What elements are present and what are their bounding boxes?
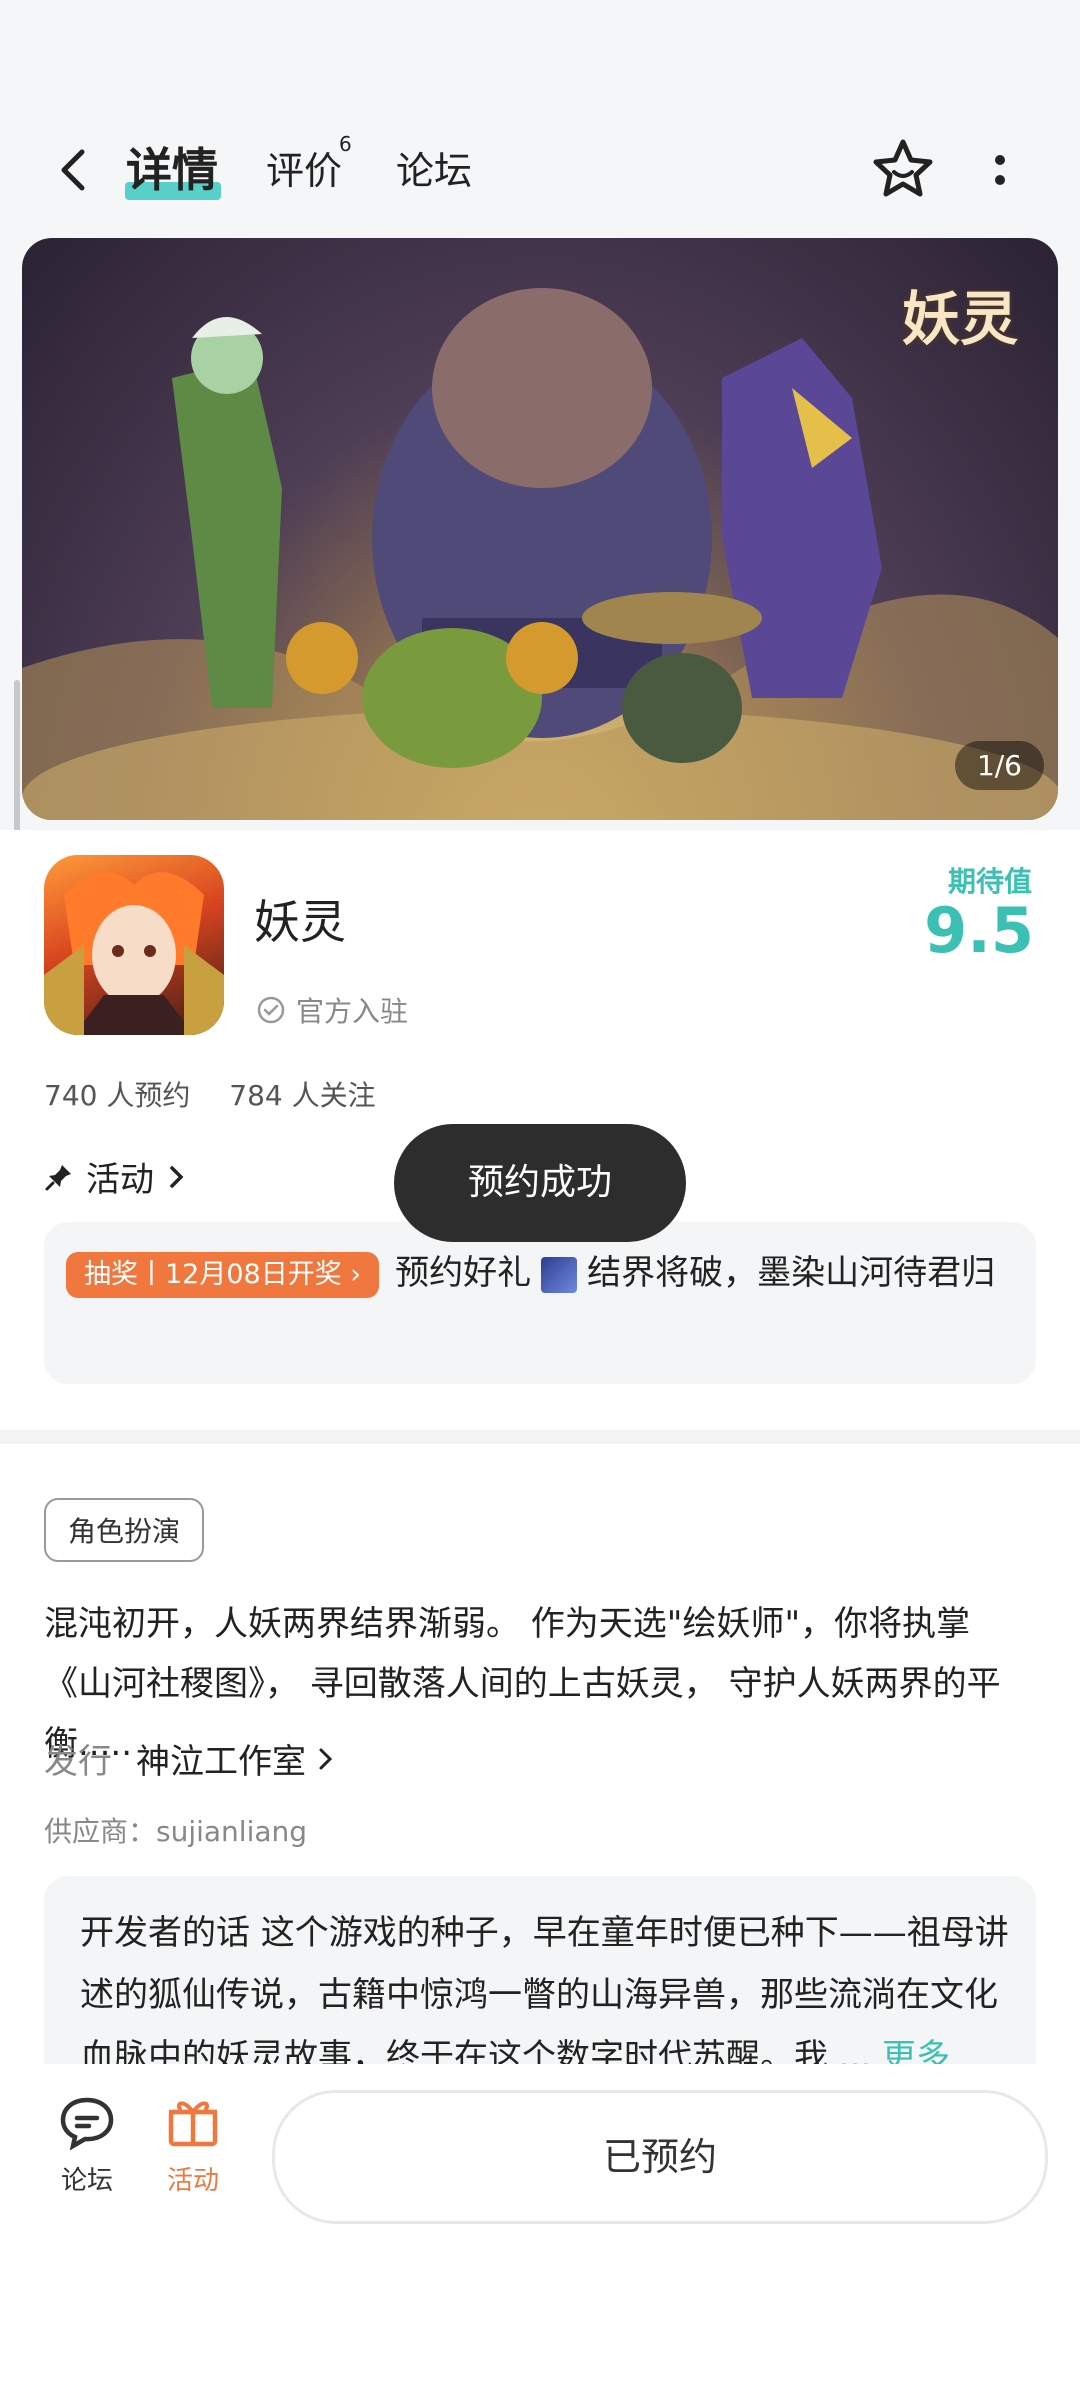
game-stats: 740 人预约 784 人关注	[44, 1074, 406, 1114]
gift-icon	[168, 2101, 218, 2147]
carousel-page-counter: 1/6	[954, 741, 1044, 790]
chevron-right-icon	[319, 1748, 333, 1769]
reservation-success-toast: 预约成功	[394, 1124, 686, 1242]
lottery-badge-text: 抽奖丨12月08日开奖	[84, 1258, 342, 1290]
reserved-button[interactable]: 已预约	[272, 2090, 1048, 2224]
genre-tag[interactable]: 角色扮演	[44, 1498, 205, 1562]
bottom-nav-forum[interactable]: 论坛	[32, 2094, 142, 2197]
screenshot-carousel[interactable]: 妖灵 1/6	[22, 238, 1058, 820]
publisher-label: 发行	[44, 1742, 112, 1782]
chat-icon	[60, 2097, 114, 2150]
publisher-row: 发行 神泣工作室	[44, 1734, 336, 1783]
activity-header-link[interactable]: 活动	[44, 1152, 188, 1201]
activity-card[interactable]: 抽奖丨12月08日开奖 › 预约好礼 结界将破，墨染山河待君归	[44, 1222, 1036, 1384]
game-title: 妖灵	[254, 895, 346, 949]
favorite-star-icon[interactable]	[870, 136, 936, 202]
bottom-nav-activity[interactable]: 活动	[138, 2094, 248, 2197]
official-verified-label: 官方入驻	[256, 990, 408, 1030]
back-icon[interactable]	[48, 140, 98, 200]
developer-note-text: 开发者的话 这个游戏的种子，早在童年时便已种下——祖母讲述的狐仙传说，古籍中惊鸿…	[80, 1913, 1009, 2064]
tab-details[interactable]: 详情	[126, 134, 218, 200]
tab-reviews[interactable]: 评价	[266, 140, 342, 195]
tab-forum[interactable]: 论坛	[396, 140, 472, 195]
activity-label: 活动	[166, 2166, 219, 2196]
game-description-section: 角色扮演 混沌初开，人妖两界结界渐弱。 作为天选"绘妖师"，你将执掌《山河社稷图…	[0, 1444, 1080, 2064]
more-link[interactable]: 更多	[882, 2037, 950, 2064]
forum-label: 论坛	[60, 2166, 113, 2196]
developer-note-card[interactable]: 开发者的话 这个游戏的种子，早在童年时便已种下——祖母讲述的狐仙传说，古籍中惊鸿…	[44, 1876, 1036, 2064]
chevron-right-icon	[170, 1165, 184, 1188]
pin-icon	[45, 1164, 71, 1190]
reviews-count-badge: 6	[339, 132, 352, 156]
lottery-badge[interactable]: 抽奖丨12月08日开奖 ›	[66, 1251, 380, 1298]
publisher-name: 神泣工作室	[136, 1742, 306, 1782]
game-app-icon	[44, 855, 224, 1035]
publisher-link[interactable]: 神泣工作室	[136, 1734, 336, 1783]
developer-note: 开发者的话 这个游戏的种子，早在童年时便已种下——祖母讲述的狐仙传说，古籍中惊鸿…	[80, 1902, 1010, 2064]
supplier-label: 供应商：sujianliang	[44, 1815, 308, 1848]
follower-count: 784 人关注	[229, 1079, 376, 1112]
expectation-score: 9.5	[924, 894, 1034, 967]
bottom-action-bar: 论坛 活动 已预约	[0, 2064, 1080, 2400]
official-text: 官方入驻	[296, 995, 409, 1028]
game-logo-overlay: 妖灵	[901, 285, 1018, 353]
galaxy-emoji-icon	[541, 1256, 578, 1293]
activity-text-b: 结界将破，墨染山河待君归	[587, 1253, 996, 1293]
more-options-icon[interactable]	[990, 140, 1010, 200]
section-divider	[0, 1430, 1080, 1444]
top-nav-bar: 详情 评价 6 论坛	[0, 110, 1080, 230]
activity-text-a: 预约好礼	[395, 1253, 532, 1293]
check-circle-icon	[257, 996, 285, 1024]
reservation-count: 740 人预约	[44, 1079, 191, 1112]
activity-content: 抽奖丨12月08日开奖 › 预约好礼 结界将破，墨染山河待君归	[66, 1242, 1016, 1304]
activity-heading: 活动	[86, 1160, 154, 1200]
